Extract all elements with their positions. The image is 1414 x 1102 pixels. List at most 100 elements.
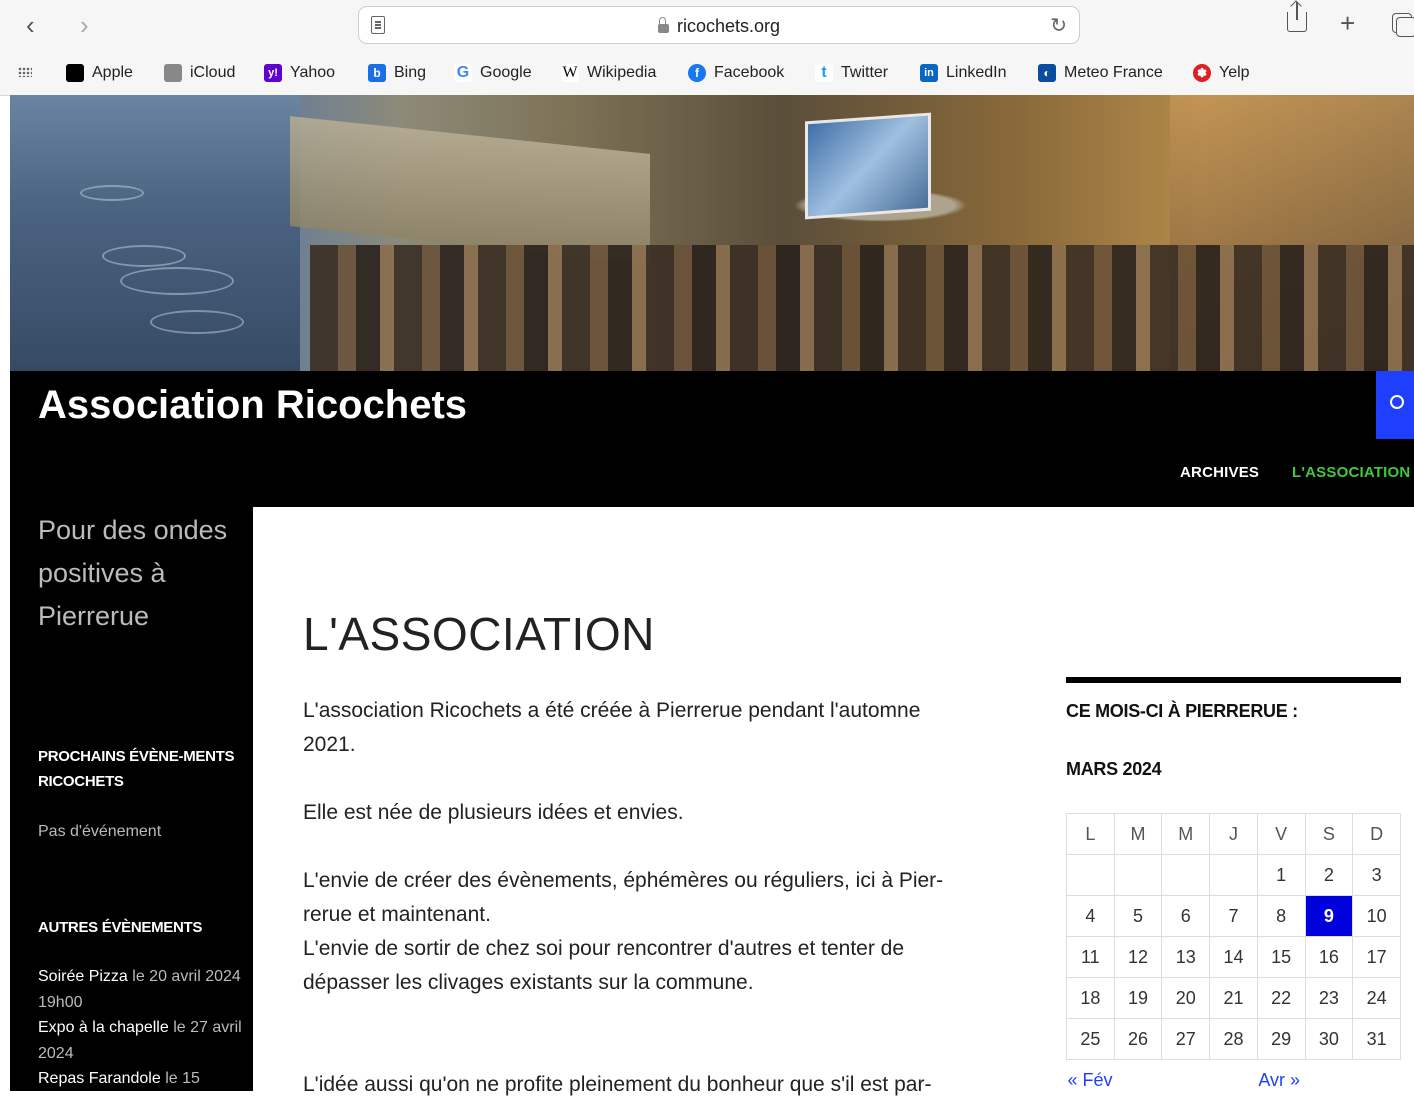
weekday: D	[1352, 813, 1401, 855]
bookmark-yahoo[interactable]: y! Yahoo	[264, 62, 335, 84]
calendar-day: 3	[1352, 854, 1401, 896]
bookmark-linkedin[interactable]: in LinkedIn	[920, 62, 1007, 84]
calendar-day: 5	[1113, 895, 1163, 937]
ripple	[80, 185, 144, 201]
new-tab-button[interactable]: +	[1340, 8, 1355, 39]
calendar-day: 13	[1161, 936, 1211, 978]
calendar-next-link[interactable]: Avr »	[1258, 1070, 1300, 1090]
weekday: L	[1066, 813, 1115, 855]
calendar-week: 4 5 6 7 8 9 10	[1066, 895, 1401, 937]
calendar-week: 18 19 20 21 22 23 24	[1066, 977, 1401, 1019]
sidebar: Pour des ondes positives à Pierrerue PRO…	[10, 507, 253, 1091]
calendar-weekdays: L M M J V S D	[1066, 813, 1401, 855]
search-toggle[interactable]	[1376, 371, 1414, 439]
calendar-day: 11	[1066, 936, 1115, 978]
menu-item-archives[interactable]: ARCHIVES	[1180, 464, 1259, 481]
calendar-day: 22	[1256, 977, 1306, 1019]
calendar-day: 23	[1304, 977, 1354, 1019]
calendar-day: 10	[1352, 895, 1401, 937]
event-link[interactable]: Repas Farandole	[38, 1070, 161, 1087]
upcoming-events-title: PROCHAINS ÉVÈNE-MENTS RICOCHETS	[38, 748, 235, 790]
paragraph: Elle est née de plusieurs idées et envie…	[303, 801, 684, 824]
event-link[interactable]: Soirée Pizza	[38, 968, 128, 985]
audience	[310, 245, 1414, 371]
share-icon[interactable]	[1287, 2, 1307, 32]
main-content: L'ASSOCIATION L'association Ricochets a …	[253, 507, 1414, 1100]
meteo-france-icon: ◐	[1038, 64, 1056, 82]
site-title[interactable]: Association Ricochets	[38, 383, 467, 428]
bookmark-meteo-france[interactable]: ◐ Meteo France	[1038, 62, 1163, 84]
calendar-day: 1	[1256, 854, 1306, 896]
widget-divider	[1066, 677, 1401, 683]
calendar-day: 17	[1352, 936, 1401, 978]
grid-icon[interactable]	[18, 67, 32, 77]
back-button[interactable]: ‹	[26, 10, 35, 40]
stone-wall	[290, 116, 650, 264]
apple-icon	[66, 64, 84, 82]
linkedin-icon: in	[920, 64, 938, 82]
calendar-day: 25	[1066, 1018, 1115, 1060]
weekday: V	[1256, 813, 1306, 855]
lock-icon	[657, 17, 669, 33]
calendar-prev-link[interactable]: « Fév	[1068, 1070, 1113, 1090]
calendar-day: 19	[1113, 977, 1163, 1019]
calendar-navigation: « Fév Avr »	[1066, 1059, 1401, 1100]
header-image[interactable]	[10, 95, 1414, 371]
yahoo-icon: y!	[264, 64, 282, 82]
calendar-week: 11 12 13 14 15 16 17	[1066, 936, 1401, 978]
calendar-day: 4	[1066, 895, 1115, 937]
bookmark-twitter[interactable]: t Twitter	[815, 62, 888, 84]
bing-icon: b	[368, 64, 386, 82]
calendar-day: 29	[1256, 1018, 1306, 1060]
water-surface	[10, 95, 300, 371]
google-icon: G	[454, 64, 472, 82]
reload-icon[interactable]: ↻	[1050, 13, 1067, 38]
calendar-day: 28	[1209, 1018, 1258, 1060]
bookmark-wikipedia[interactable]: W Wikipedia	[561, 62, 656, 84]
menu-item-association[interactable]: L'ASSOCIATION	[1292, 464, 1410, 481]
event-link[interactable]: Expo à la chapelle	[38, 1019, 169, 1036]
calendar-week: 25 26 27 28 29 30 31	[1066, 1018, 1401, 1060]
ripple	[120, 267, 234, 295]
weekday: M	[1161, 813, 1211, 855]
forward-button[interactable]: ›	[80, 10, 89, 40]
bookmark-apple[interactable]: Apple	[66, 62, 133, 84]
bookmark-google[interactable]: G Google	[454, 62, 532, 84]
other-events-title: AUTRES ÉVÈNEMENTS	[38, 919, 203, 936]
site-tagline: Pour des ondes positives à Pierrerue	[38, 515, 228, 631]
no-event-text: Pas d'événement	[38, 823, 162, 840]
search-icon	[1390, 395, 1404, 409]
calendar-day: 12	[1113, 936, 1163, 978]
calendar-day: 7	[1209, 895, 1258, 937]
calendar-day: 27	[1161, 1018, 1211, 1060]
yelp-icon: ✽	[1193, 64, 1211, 82]
projection-screen	[805, 112, 931, 220]
bookmarks-bar: Apple iCloud y! Yahoo b Bing G Google W Wiki…	[0, 58, 1414, 88]
calendar-day: 24	[1352, 977, 1401, 1019]
site-header: Association Ricochets ARCHIVES L'ASSOCIA…	[10, 371, 1414, 507]
calendar-day	[1209, 854, 1258, 896]
bookmark-bing[interactable]: b Bing	[368, 62, 426, 84]
calendar-day: 15	[1256, 936, 1306, 978]
browser-toolbar: ‹ › ricochets.org ↻ + Apple iCloud y! Yah…	[0, 0, 1414, 96]
paragraph: L'association Ricochets a été créée à Pi…	[303, 699, 921, 756]
calendar-day: 31	[1352, 1018, 1401, 1060]
tab-overview-icon[interactable]	[1392, 13, 1414, 37]
url-text: ricochets.org	[676, 16, 781, 36]
address-bar[interactable]: ricochets.org ↻	[358, 6, 1080, 44]
calendar-day: 8	[1256, 895, 1306, 937]
event-list: Soirée Pizza le 20 avril 2024 19h00 Expo…	[38, 964, 243, 1091]
calendar-day: 30	[1304, 1018, 1354, 1060]
calendar: L M M J V S D 1 2 3 4 5 6 7 8 9 10 11 12…	[1066, 813, 1401, 1100]
address-domain: ricochets.org	[359, 16, 1079, 37]
bookmark-icloud[interactable]: iCloud	[164, 62, 235, 84]
calendar-day	[1161, 854, 1211, 896]
bookmark-yelp[interactable]: ✽ Yelp	[1193, 62, 1250, 84]
weekday: J	[1209, 813, 1258, 855]
paragraph: L'envie de sortir de chez soi pour renco…	[303, 937, 905, 994]
calendar-day-today: 9	[1304, 895, 1354, 937]
wikipedia-icon: W	[561, 64, 579, 82]
weekday: M	[1113, 813, 1163, 855]
bookmark-facebook[interactable]: f Facebook	[688, 62, 784, 84]
calendar-day: 16	[1304, 936, 1354, 978]
